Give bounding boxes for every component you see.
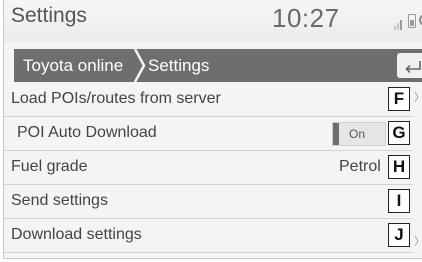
breadcrumb-toyota-online[interactable]: Toyota online — [23, 49, 123, 82]
list-item-download-settings[interactable]: Download settings J — [4, 218, 413, 253]
callout-label: J — [388, 223, 410, 247]
toggle-state: On — [349, 127, 366, 141]
callout-label: I — [388, 189, 410, 213]
poi-auto-download-toggle[interactable]: On — [332, 122, 386, 146]
battery-icon — [408, 14, 416, 28]
signal-icon — [394, 26, 396, 30]
scroll-indicator-icon — [415, 236, 419, 246]
toggle-indicator — [333, 123, 339, 145]
signal-bar — [400, 20, 402, 30]
list-item-label: Send settings — [11, 192, 108, 209]
callout-label: H — [388, 155, 410, 179]
list-item-load-pois[interactable]: Load POIs/routes from server F — [4, 82, 413, 117]
list-item-label: POI Auto Download — [17, 124, 157, 141]
breadcrumb: Toyota online Settings — [14, 49, 422, 82]
list-item-label: Fuel grade — [11, 158, 88, 175]
list-item-label: Load POIs/routes from server — [11, 90, 221, 107]
clock: 10:27 — [272, 3, 340, 33]
callout-label: F — [388, 87, 410, 111]
list-item-fuel-grade[interactable]: Fuel grade Petrol H — [4, 150, 413, 185]
app-title: Settings — [11, 4, 87, 27]
callout-label: G — [388, 121, 410, 145]
signal-bar — [397, 23, 399, 30]
settings-screen: Settings 10:27 Toyota online Settings Lo… — [3, 0, 422, 259]
back-arrow-icon — [405, 60, 421, 73]
list-item-label: Download settings — [11, 226, 142, 243]
scroll-indicator-icon — [415, 92, 419, 102]
fuel-grade-value: Petrol — [339, 158, 381, 175]
breadcrumb-separator-icon — [133, 49, 146, 82]
list-item-poi-auto-download[interactable]: POI Auto Download On G — [4, 116, 413, 151]
status-bar: Settings 10:27 — [4, 0, 422, 42]
list-item-send-settings[interactable]: Send settings I — [4, 184, 413, 219]
back-button[interactable] — [397, 53, 422, 78]
status-icons — [394, 14, 422, 30]
breadcrumb-settings: Settings — [148, 56, 210, 75]
